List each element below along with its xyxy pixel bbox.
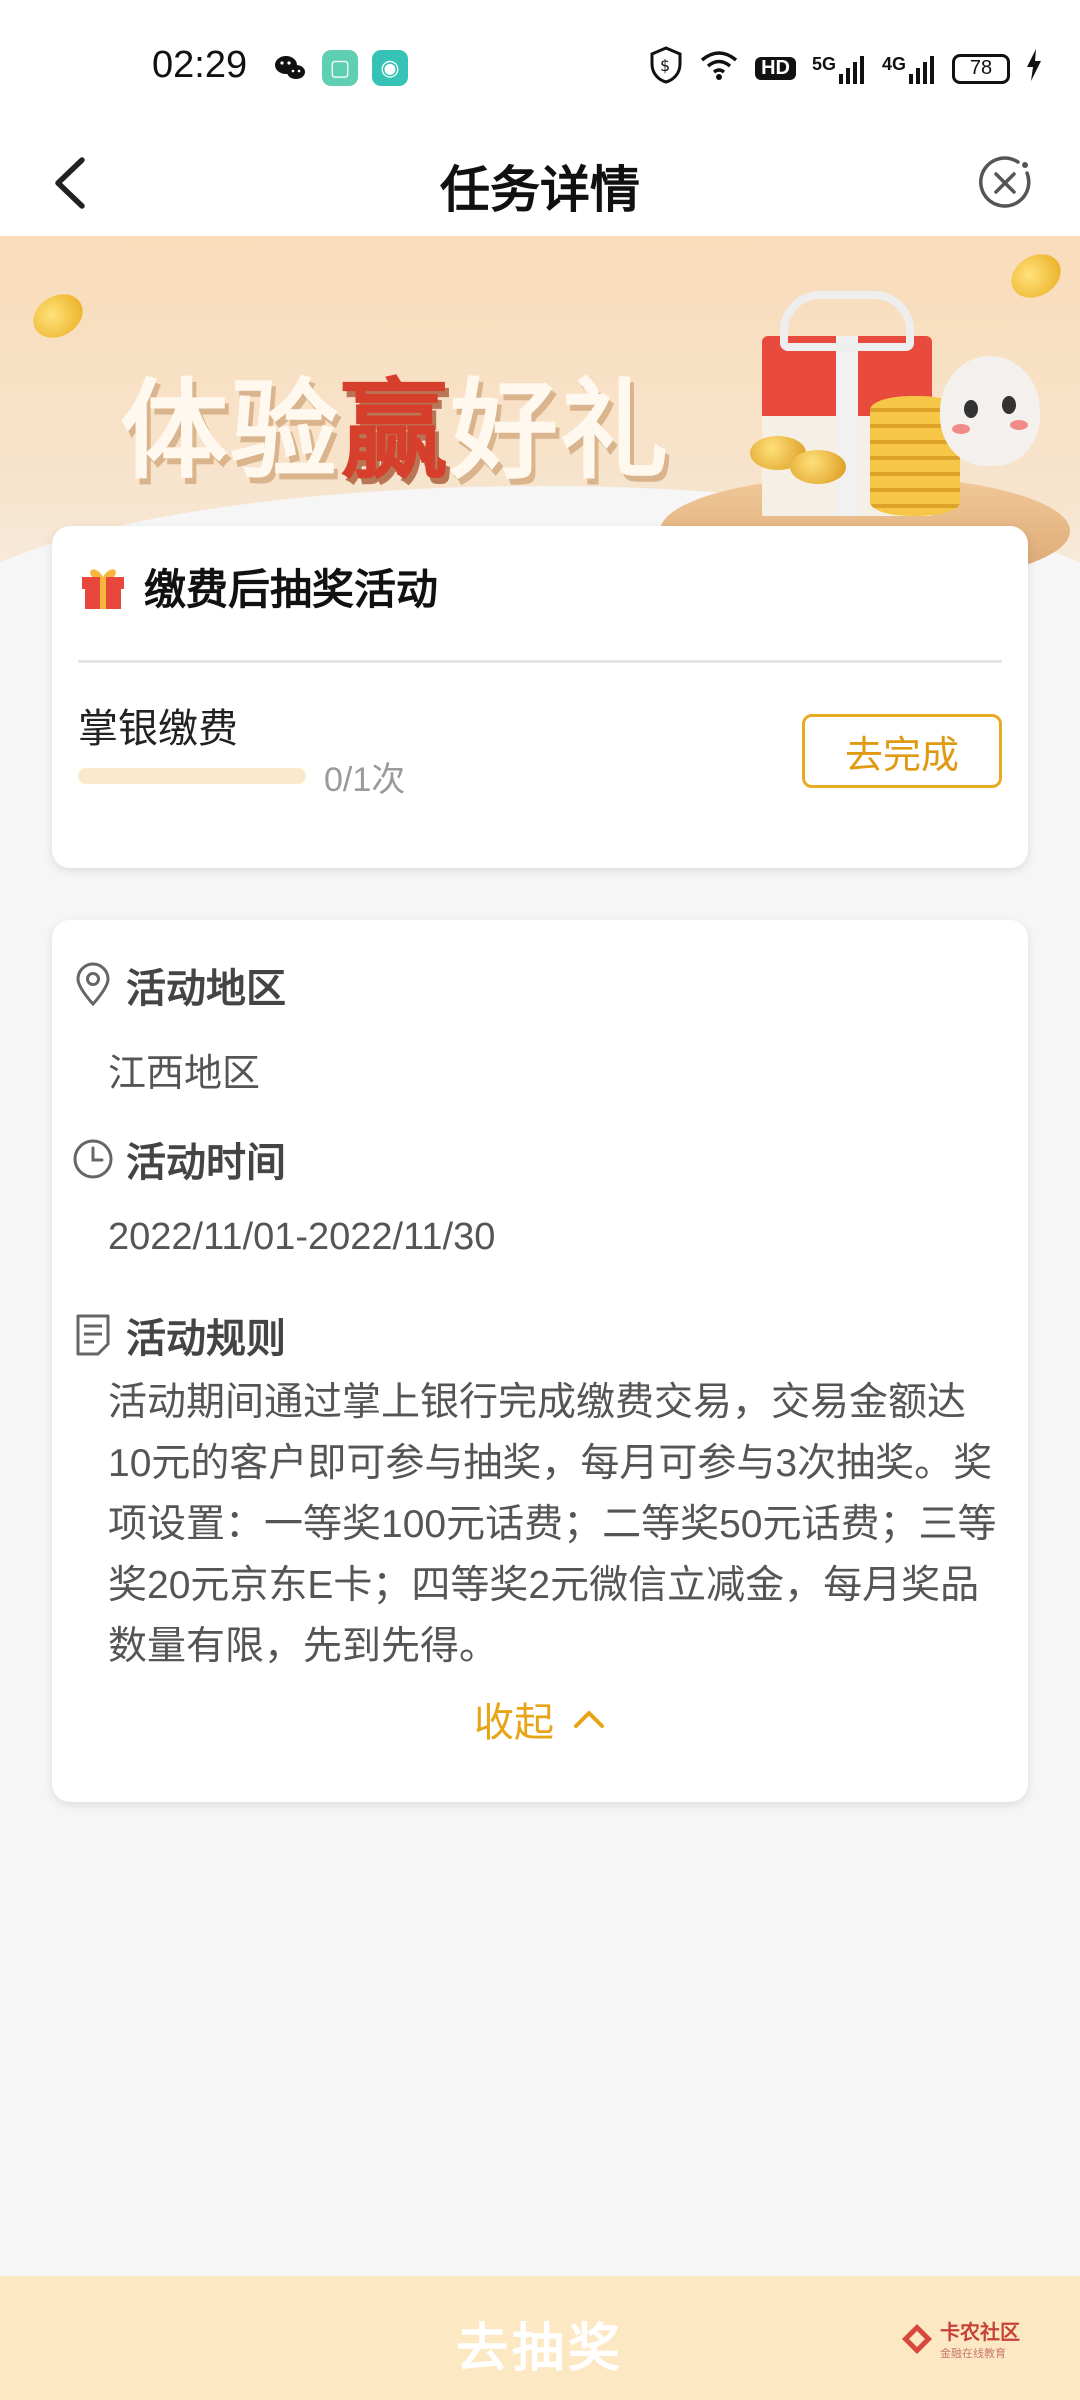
activity-details-card: 活动地区 江西地区 活动时间 2022/11/01-2022/11/30 活动规… <box>52 920 1028 1802</box>
signal-5g-icon: 5G <box>812 54 866 84</box>
app-notification-icon-2: ◉ <box>372 50 408 86</box>
complete-task-button[interactable]: 去完成 <box>802 714 1002 788</box>
rules-label: 活动规则 <box>126 1317 286 1361</box>
watermark-logo-icon <box>900 2322 934 2356</box>
banner-title-part2: 好礼 <box>450 369 671 494</box>
watermark-title: 卡农社区 <box>940 2322 1020 2344</box>
watermark: 卡农社区 金融在线教育 <box>900 2316 1020 2361</box>
time-label: 活动时间 <box>126 1141 286 1185</box>
collapse-button[interactable]: 收起 <box>52 1690 1028 1748</box>
mascot-illustration <box>940 356 1040 466</box>
svg-text:$: $ <box>660 56 670 75</box>
gift-icon <box>78 561 128 611</box>
gold-ingot <box>790 450 846 484</box>
task-title: 缴费后抽奖活动 <box>144 565 439 613</box>
progress-text: 0/1次 <box>324 761 406 799</box>
status-right: $ HD 5G 4G 78 <box>649 46 1042 91</box>
close-mini-program-button[interactable] <box>970 148 1040 218</box>
wechat-icon <box>272 50 308 91</box>
hd-badge: HD <box>755 57 796 80</box>
notification-icons: ▢ ◉ <box>272 50 408 91</box>
mascot-eye <box>964 400 978 418</box>
location-pin-icon <box>76 962 110 1007</box>
coin-decoration <box>1003 245 1069 307</box>
banner-title-highlight: 赢 <box>340 369 451 494</box>
shield-icon: $ <box>649 46 683 91</box>
wifi-icon <box>699 49 739 88</box>
page-title: 任务详情 <box>440 162 640 218</box>
progress-bar <box>78 768 306 784</box>
mascot-cheek <box>952 424 970 434</box>
chevron-up-icon <box>574 1711 604 1728</box>
net-5g-label: 5G <box>811 53 836 74</box>
close-circle-icon <box>979 156 1031 208</box>
banner-title: 体验赢好礼 <box>120 344 670 500</box>
status-time: 02:29 <box>152 44 248 86</box>
watermark-text: 卡农社区 金融在线教育 <box>940 2316 1020 2361</box>
mascot-eye <box>1002 396 1016 414</box>
banner-title-part1: 体验 <box>120 369 341 494</box>
gift-bow <box>780 291 914 351</box>
region-value: 江西地区 <box>108 1053 261 1095</box>
region-label: 活动地区 <box>126 967 286 1011</box>
bottom-action-bar: 去抽奖 卡农社区 金融在线教育 <box>0 2276 1080 2400</box>
time-section-header: 活动时间 <box>70 1130 286 1188</box>
status-bar: 02:29 ▢ ◉ $ HD 5G 4G 78 <box>0 0 1080 130</box>
gift-ribbon <box>836 336 858 516</box>
coin-decoration <box>25 285 91 347</box>
nav-bar: 任务详情 <box>0 130 1080 236</box>
task-card: 缴费后抽奖活动 掌银缴费 0/1次 去完成 <box>52 526 1028 868</box>
rules-section-header: 活动规则 <box>70 1306 286 1364</box>
watermark-subtitle: 金融在线教育 <box>940 2348 1006 2360</box>
rules-text: 活动期间通过掌上银行完成缴费交易，交易金额达10元的客户即可参与抽奖，每月可参与… <box>108 1381 997 1668</box>
net-4g-label: 4G <box>881 53 906 74</box>
collapse-label: 收起 <box>474 1701 554 1745</box>
battery-indicator: 78 <box>952 53 1010 84</box>
signal-4g-icon: 4G <box>882 54 936 84</box>
app-notification-icon: ▢ <box>322 50 358 86</box>
charging-icon <box>1026 49 1042 88</box>
time-value: 2022/11/01-2022/11/30 <box>108 1216 496 1258</box>
divider <box>78 660 1002 663</box>
task-header: 缴费后抽奖活动 <box>78 556 438 616</box>
clock-icon <box>73 1139 113 1179</box>
mascot-cheek <box>1010 420 1028 430</box>
document-icon <box>76 1314 110 1356</box>
task-name: 掌银缴费 <box>78 707 238 751</box>
region-section-header: 活动地区 <box>70 956 286 1014</box>
